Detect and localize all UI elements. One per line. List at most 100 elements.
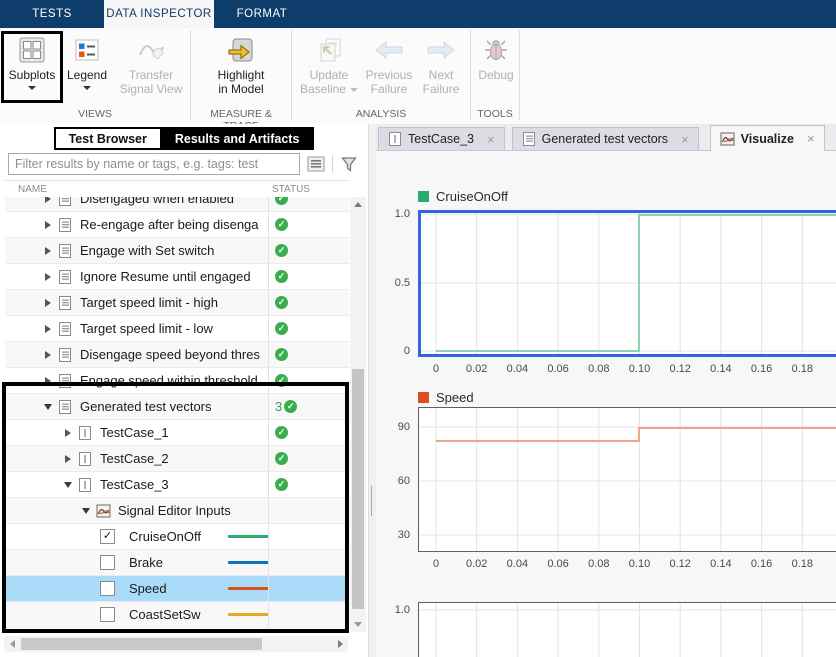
doc-tab-testcase-3[interactable]: I TestCase_3 × <box>378 127 505 150</box>
x-tick-label: 0.14 <box>710 558 731 570</box>
caret-collapsed-icon[interactable] <box>42 197 53 203</box>
horizontal-scrollbar[interactable] <box>4 636 348 652</box>
svg-text:I: I <box>83 454 86 465</box>
subplots-button[interactable]: Subplots <box>4 32 60 90</box>
signal-checkbox[interactable]: ✓ <box>100 529 115 544</box>
filter-funnel-icon[interactable] <box>338 154 360 174</box>
tree-row-re-engage-after-being-disenga[interactable]: Re-engage after being disenga✓ <box>5 212 349 238</box>
caret-collapsed-icon[interactable] <box>42 377 53 385</box>
x-tick-label: 0.06 <box>547 558 568 570</box>
caret-collapsed-icon[interactable] <box>42 247 53 255</box>
row-label: CruiseOnOff <box>129 529 201 544</box>
tab-results-and-artifacts[interactable]: Results and Artifacts <box>160 127 315 150</box>
doc-tab-visualize[interactable]: Visualize × <box>710 125 825 151</box>
vertical-scrollbar-thumb[interactable] <box>352 369 364 609</box>
charts-area: CruiseOnOff1.00.5000.020.040.060.080.100… <box>376 150 836 657</box>
tree-row-cruiseonoff[interactable]: ✓ CruiseOnOff <box>5 524 349 550</box>
passed-check-icon: ✓ <box>275 244 288 257</box>
close-icon[interactable]: × <box>681 132 689 147</box>
previous-failure-button[interactable]: Previous Failure <box>363 32 415 96</box>
highlight-label-line1: Highlight <box>218 68 265 82</box>
tab-test-browser[interactable]: Test Browser <box>54 127 160 150</box>
filter-results-input[interactable] <box>8 153 300 175</box>
row-name-cell: Disengaged when enabled <box>5 197 305 211</box>
subplot-empty[interactable] <box>418 602 836 657</box>
tree-row-disengage-speed-beyond-thres[interactable]: Disengage speed beyond thres✓ <box>5 342 349 368</box>
scroll-up-button[interactable] <box>350 197 366 212</box>
row-label: Brake <box>129 555 163 570</box>
update-baseline-line2: Baseline <box>300 82 346 96</box>
scroll-left-button[interactable] <box>4 636 20 652</box>
tree-row-target-speed-limit-low[interactable]: Target speed limit - low✓ <box>5 316 349 342</box>
tree-row-testcase-2[interactable]: ITestCase_2✓ <box>5 446 349 472</box>
row-status-cell: ✓ <box>268 212 349 237</box>
caret-collapsed-icon[interactable] <box>42 299 53 307</box>
tree-row-signal-editor-inputs[interactable]: Signal Editor Inputs <box>5 498 349 524</box>
tree-row-brake[interactable]: Brake <box>5 550 349 576</box>
tree-row-testcase-1[interactable]: ITestCase_1✓ <box>5 420 349 446</box>
results-tree: Disengaged when enabled✓Re-engage after … <box>5 197 349 632</box>
scroll-right-button[interactable] <box>332 636 348 652</box>
group-separator <box>291 30 292 120</box>
signal-checkbox[interactable] <box>100 581 115 596</box>
caret-collapsed-icon[interactable] <box>42 273 53 281</box>
passed-check-icon: ✓ <box>275 197 288 205</box>
doc-icon <box>57 269 73 285</box>
tab-format[interactable]: FORMAT <box>214 0 310 28</box>
caret-collapsed-icon[interactable] <box>42 221 53 229</box>
vertical-scrollbar[interactable] <box>350 197 366 632</box>
group-label-views: VIEWS <box>0 108 190 120</box>
transfer-signal-view-button[interactable]: Transfer Signal View <box>112 32 190 96</box>
tree-row-disengaged-when-enabled[interactable]: Disengaged when enabled ✓ <box>5 197 349 212</box>
caret-collapsed-icon[interactable] <box>62 455 73 463</box>
subplot-speed[interactable] <box>418 407 836 552</box>
legend-button[interactable]: Legend <box>62 32 112 90</box>
caret-collapsed-icon[interactable] <box>42 351 53 359</box>
row-label: Generated test vectors <box>80 399 212 414</box>
tab-tests[interactable]: TESTS <box>0 0 104 28</box>
tree-row-engage-speed-within-threshold[interactable]: Engage speed within threshold✓ <box>5 368 349 394</box>
close-icon[interactable]: × <box>487 132 495 147</box>
transfer-label-line2: Signal View <box>120 82 182 96</box>
signal-icon <box>95 504 111 518</box>
signal-checkbox[interactable] <box>100 607 115 622</box>
x-tick-label: 0.10 <box>629 363 650 375</box>
row-label: Speed <box>129 581 167 596</box>
caret-expanded-icon[interactable] <box>62 482 73 488</box>
row-status-cell: ✓ <box>268 238 349 263</box>
chevron-down-icon <box>350 88 358 92</box>
row-label: Disengage speed beyond thres <box>80 347 260 362</box>
caret-expanded-icon[interactable] <box>42 404 53 410</box>
tree-row-engage-with-set-switch[interactable]: Engage with Set switch✓ <box>5 238 349 264</box>
caret-expanded-icon[interactable] <box>80 508 91 514</box>
subplot-cruiseonoff[interactable] <box>418 210 836 357</box>
close-icon[interactable]: × <box>807 131 815 146</box>
debug-label: Debug <box>478 68 513 82</box>
update-baseline-button[interactable]: Update Baseline <box>296 32 362 96</box>
scroll-down-button[interactable] <box>350 617 366 632</box>
signal-checkbox[interactable] <box>100 555 115 570</box>
tree-row-testcase-3[interactable]: ITestCase_3✓ <box>5 472 349 498</box>
doc-tab-generated-test-vectors[interactable]: Generated test vectors × <box>512 127 699 150</box>
tree-row-ignore-resume-until-engaged[interactable]: Ignore Resume until engaged✓ <box>5 264 349 290</box>
tab-data-inspector[interactable]: DATA INSPECTOR <box>104 0 214 28</box>
tree-row-speed[interactable]: Speed <box>5 576 349 602</box>
legend-label: Legend <box>67 68 107 82</box>
next-failure-button[interactable]: Next Failure <box>416 32 466 96</box>
tree-row-target-speed-limit-high[interactable]: Target speed limit - high✓ <box>5 290 349 316</box>
signal-color-swatch <box>228 535 269 538</box>
previous-failure-line2: Failure <box>371 82 408 96</box>
highlight-in-model-button[interactable]: Highlight in Model <box>200 32 282 96</box>
tree-row-accelressw[interactable]: AccelResSw <box>5 628 349 632</box>
row-label: Disengaged when enabled <box>80 197 234 206</box>
debug-button[interactable]: Debug <box>474 32 518 82</box>
row-status-cell: ✓ <box>268 316 349 341</box>
tree-row-coastsetsw[interactable]: CoastSetSw <box>5 602 349 628</box>
caret-collapsed-icon[interactable] <box>42 325 53 333</box>
row-name-cell: Engage speed within threshold <box>5 368 305 393</box>
horizontal-scrollbar-thumb[interactable] <box>21 638 262 650</box>
svg-text:I: I <box>393 135 396 146</box>
caret-collapsed-icon[interactable] <box>62 429 73 437</box>
tree-row-generated-test-vectors[interactable]: Generated test vectors3✓ <box>5 394 349 420</box>
report-list-icon[interactable] <box>305 154 327 174</box>
